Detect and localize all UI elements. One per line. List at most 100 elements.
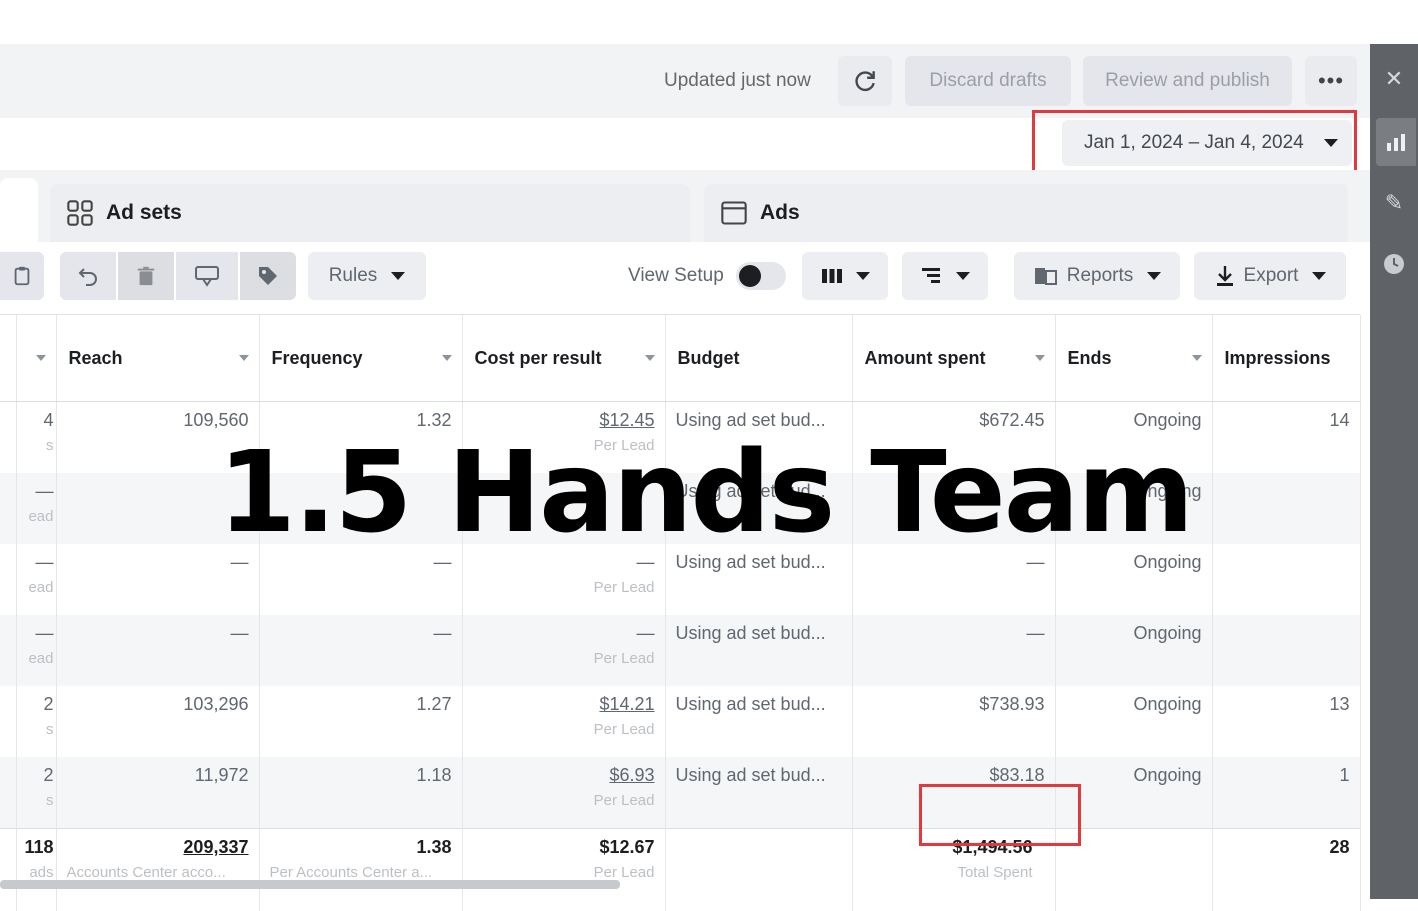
row-gutter	[0, 686, 16, 757]
undo-icon	[76, 264, 100, 288]
cost-per-result-cell[interactable]: $14.21 Per Lead	[462, 686, 665, 757]
top-margin	[0, 0, 1418, 44]
column-header-frequency[interactable]: Frequency	[259, 315, 462, 402]
update-status: Updated just now	[664, 70, 811, 92]
reach-cell: 103,296	[56, 686, 259, 757]
rules-label: Rules	[329, 265, 378, 287]
results-cell: 4s	[16, 402, 56, 474]
sort-icon	[1192, 355, 1202, 361]
pencil-icon[interactable]: ✎	[1370, 190, 1418, 216]
table-row[interactable]: —ead — — —Per Lead Using ad set bud... —…	[0, 615, 1360, 686]
impressions-cell	[1212, 544, 1360, 615]
frequency-cell: —	[259, 615, 462, 686]
results-sub: ead	[17, 650, 54, 667]
column-header-reach[interactable]: Reach	[56, 315, 259, 402]
table-header-row: Reach Frequency Cost per result Budget A…	[0, 315, 1360, 402]
export-label: Export	[1244, 265, 1299, 287]
table-row[interactable]: 2s 11,972 1.18 $6.93Per Lead Using ad se…	[0, 757, 1360, 829]
results-sub: s	[17, 437, 54, 454]
amount-spent-total-sub: Total Spent	[863, 864, 1033, 881]
reach-total: 209,337	[183, 837, 248, 857]
column-header-budget[interactable]: Budget	[665, 315, 852, 402]
column-header-cost-per-result[interactable]: Cost per result	[462, 315, 665, 402]
results-cell: 2s	[16, 686, 56, 757]
breakdown-icon	[920, 266, 944, 286]
chart-icon	[1385, 131, 1407, 153]
budget-cell: Using ad set bud...	[665, 757, 852, 829]
more-options-button[interactable]: •••	[1305, 56, 1357, 106]
column-header-ends[interactable]: Ends	[1055, 315, 1212, 402]
ends-cell: Ongoing	[1055, 615, 1212, 686]
sort-icon	[442, 355, 452, 361]
discard-drafts-button[interactable]: Discard drafts	[905, 56, 1071, 106]
results-value: —	[36, 552, 54, 572]
column-header-amount-spent[interactable]: Amount spent	[852, 315, 1055, 402]
delete-button[interactable]	[118, 252, 174, 300]
results-value: 2	[43, 694, 53, 714]
reports-dropdown[interactable]: Reports	[1014, 252, 1180, 300]
results-value: 2	[43, 765, 53, 785]
row-gutter	[0, 544, 16, 615]
duplicate-button[interactable]	[0, 252, 44, 300]
ad-sets-table: Reach Frequency Cost per result Budget A…	[0, 315, 1361, 911]
columns-dropdown[interactable]	[802, 252, 888, 300]
spent-highlight-box	[919, 784, 1081, 846]
clock-icon[interactable]	[1370, 252, 1418, 276]
tag-button[interactable]	[240, 252, 296, 300]
view-setup-toggle[interactable]	[736, 262, 786, 290]
column-header-label: Budget	[678, 348, 740, 368]
toggle-knob	[739, 265, 761, 287]
tag-icon	[256, 264, 280, 288]
frequency-cell: 1.27	[259, 686, 462, 757]
ab-test-button[interactable]	[176, 252, 238, 300]
budget-cell: Using ad set bud...	[665, 686, 852, 757]
sort-icon	[36, 355, 46, 361]
rules-dropdown[interactable]: Rules	[308, 252, 426, 300]
trash-icon	[135, 265, 157, 287]
column-header-results[interactable]	[16, 315, 56, 402]
close-icon[interactable]: ✕	[1370, 66, 1418, 92]
amount-spent-cell: $738.93	[852, 686, 1055, 757]
column-header-impressions[interactable]: Impressions	[1212, 315, 1360, 402]
cost-per-result-cell[interactable]: $6.93Per Lead	[462, 757, 665, 829]
tab-ads[interactable]: Ads	[704, 184, 1348, 242]
results-cell: —ead	[16, 473, 56, 544]
view-setup-label: View Setup	[628, 265, 724, 287]
chart-icon-tab[interactable]	[1376, 118, 1416, 166]
results-sub: s	[17, 721, 54, 738]
cpr-value[interactable]: $14.21	[599, 694, 654, 714]
impressions-cell	[1212, 473, 1360, 544]
sort-icon	[645, 355, 655, 361]
row-gutter	[0, 402, 16, 474]
results-value: —	[36, 481, 54, 501]
chevron-down-icon	[391, 272, 405, 280]
breakdown-dropdown[interactable]	[902, 252, 988, 300]
table-row[interactable]: 2s 103,296 1.27 $14.21Per Lead Using ad …	[0, 686, 1360, 757]
undo-button[interactable]	[60, 252, 116, 300]
chevron-down-icon	[856, 272, 870, 280]
reports-label: Reports	[1067, 265, 1134, 287]
grid-icon	[66, 199, 94, 227]
cpr-sub: Per Lead	[473, 721, 655, 738]
review-publish-button[interactable]: Review and publish	[1083, 56, 1292, 106]
results-sub: ead	[17, 579, 54, 596]
cpr-sub: Per Lead	[473, 579, 655, 596]
horizontal-scrollbar[interactable]	[0, 880, 620, 889]
results-value: —	[36, 623, 54, 643]
column-header-hidden	[0, 315, 16, 402]
refresh-button[interactable]	[838, 56, 892, 106]
frequency-total: 1.38	[416, 837, 451, 857]
cost-per-result-cell: —Per Lead	[462, 615, 665, 686]
cpr-value[interactable]: $6.93	[609, 765, 654, 785]
impressions-cell	[1212, 615, 1360, 686]
refresh-icon	[852, 68, 878, 94]
cpr-value[interactable]: $12.45	[599, 410, 654, 430]
download-icon	[1214, 264, 1236, 288]
amount-spent-cell: —	[852, 615, 1055, 686]
tab-ad-sets[interactable]: Ad sets	[50, 184, 690, 242]
tab-campaigns[interactable]	[0, 178, 38, 242]
cpr-total: $12.67	[599, 837, 654, 857]
chevron-down-icon	[1147, 272, 1161, 280]
export-dropdown[interactable]: Export	[1194, 252, 1346, 300]
more-icon: •••	[1318, 68, 1344, 94]
